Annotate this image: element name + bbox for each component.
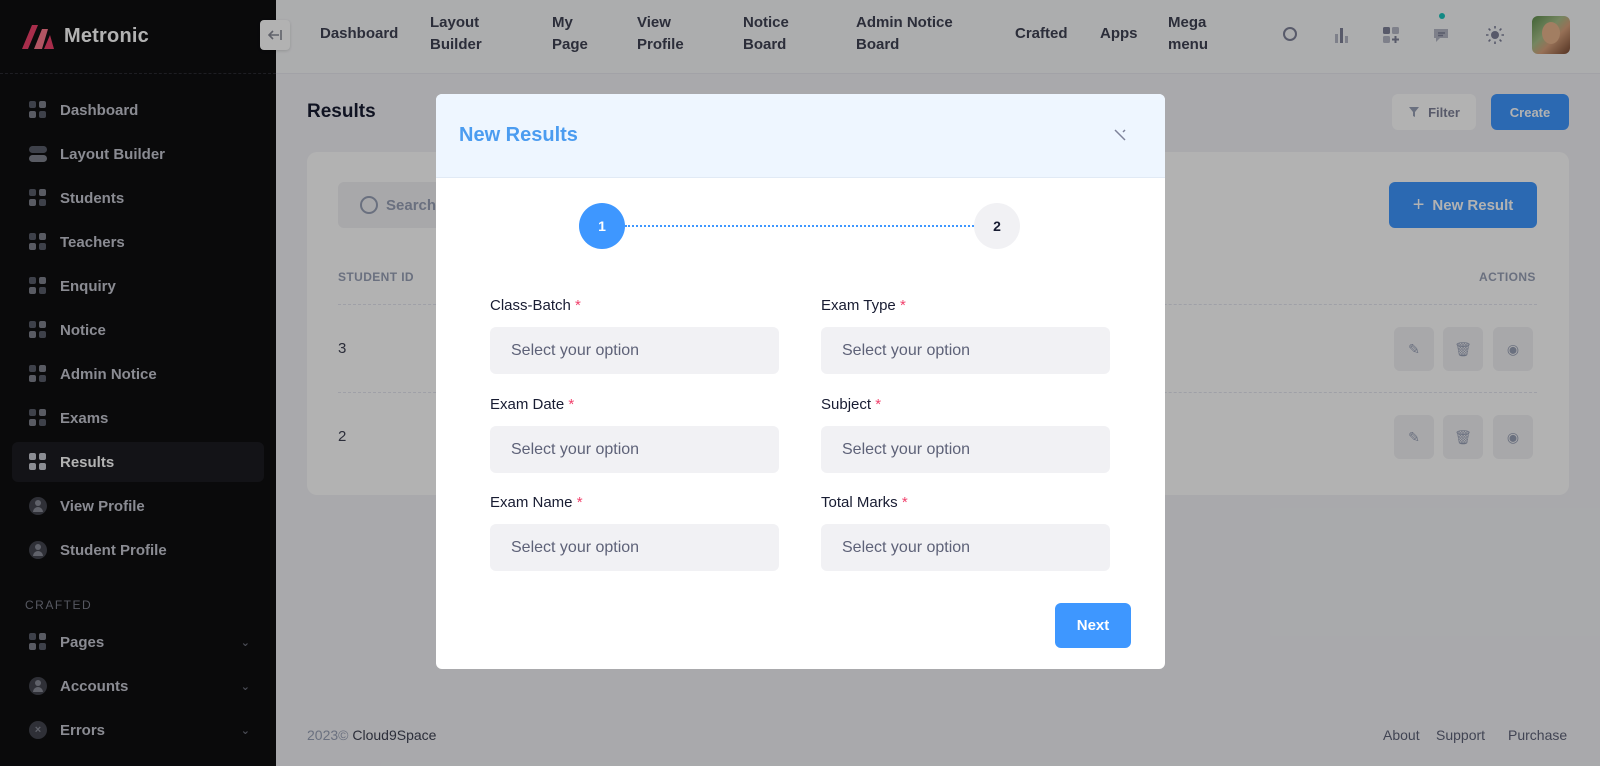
total-marks-label: Total Marks * [821, 494, 908, 511]
modal-title: New Results [459, 124, 578, 146]
required-asterisk: * [899, 297, 906, 314]
next-button[interactable]: Next [1055, 603, 1131, 648]
exam-date-label: Exam Date * [490, 396, 575, 413]
total-marks-select[interactable]: Select your option [821, 524, 1110, 571]
select-placeholder: Select your option [842, 341, 971, 359]
exam-type-label: Exam Type * [821, 297, 906, 314]
subject-label: Subject * [821, 396, 882, 413]
select-placeholder: Select your option [511, 440, 640, 458]
close-icon [1114, 129, 1126, 141]
class-batch-select[interactable]: Select your option [490, 327, 779, 374]
subject-select[interactable]: Select your option [821, 426, 1110, 473]
required-asterisk: * [568, 396, 575, 413]
select-placeholder: Select your option [511, 341, 640, 359]
exam-date-select[interactable]: Select your option [490, 426, 779, 473]
required-asterisk: * [575, 297, 581, 314]
step-1-indicator: 1 [579, 203, 625, 249]
select-placeholder: Select your option [842, 538, 971, 556]
modal-header: New Results [436, 94, 1165, 178]
step-2-indicator: 2 [974, 203, 1020, 249]
required-asterisk: * [901, 494, 908, 511]
select-placeholder: Select your option [511, 538, 640, 556]
new-results-modal: New Results 1 2 Class-Batch * Select you… [436, 94, 1165, 669]
exam-name-label: Exam Name * [490, 494, 583, 511]
select-placeholder: Select your option [842, 440, 971, 458]
exam-name-select[interactable]: Select your option [490, 524, 779, 571]
class-batch-label: Class-Batch * [490, 297, 581, 314]
exam-type-select[interactable]: Select your option [821, 327, 1110, 374]
required-asterisk: * [576, 494, 583, 511]
required-asterisk: * [875, 396, 882, 413]
stepper-connector [625, 225, 974, 227]
close-button[interactable] [1111, 126, 1129, 144]
